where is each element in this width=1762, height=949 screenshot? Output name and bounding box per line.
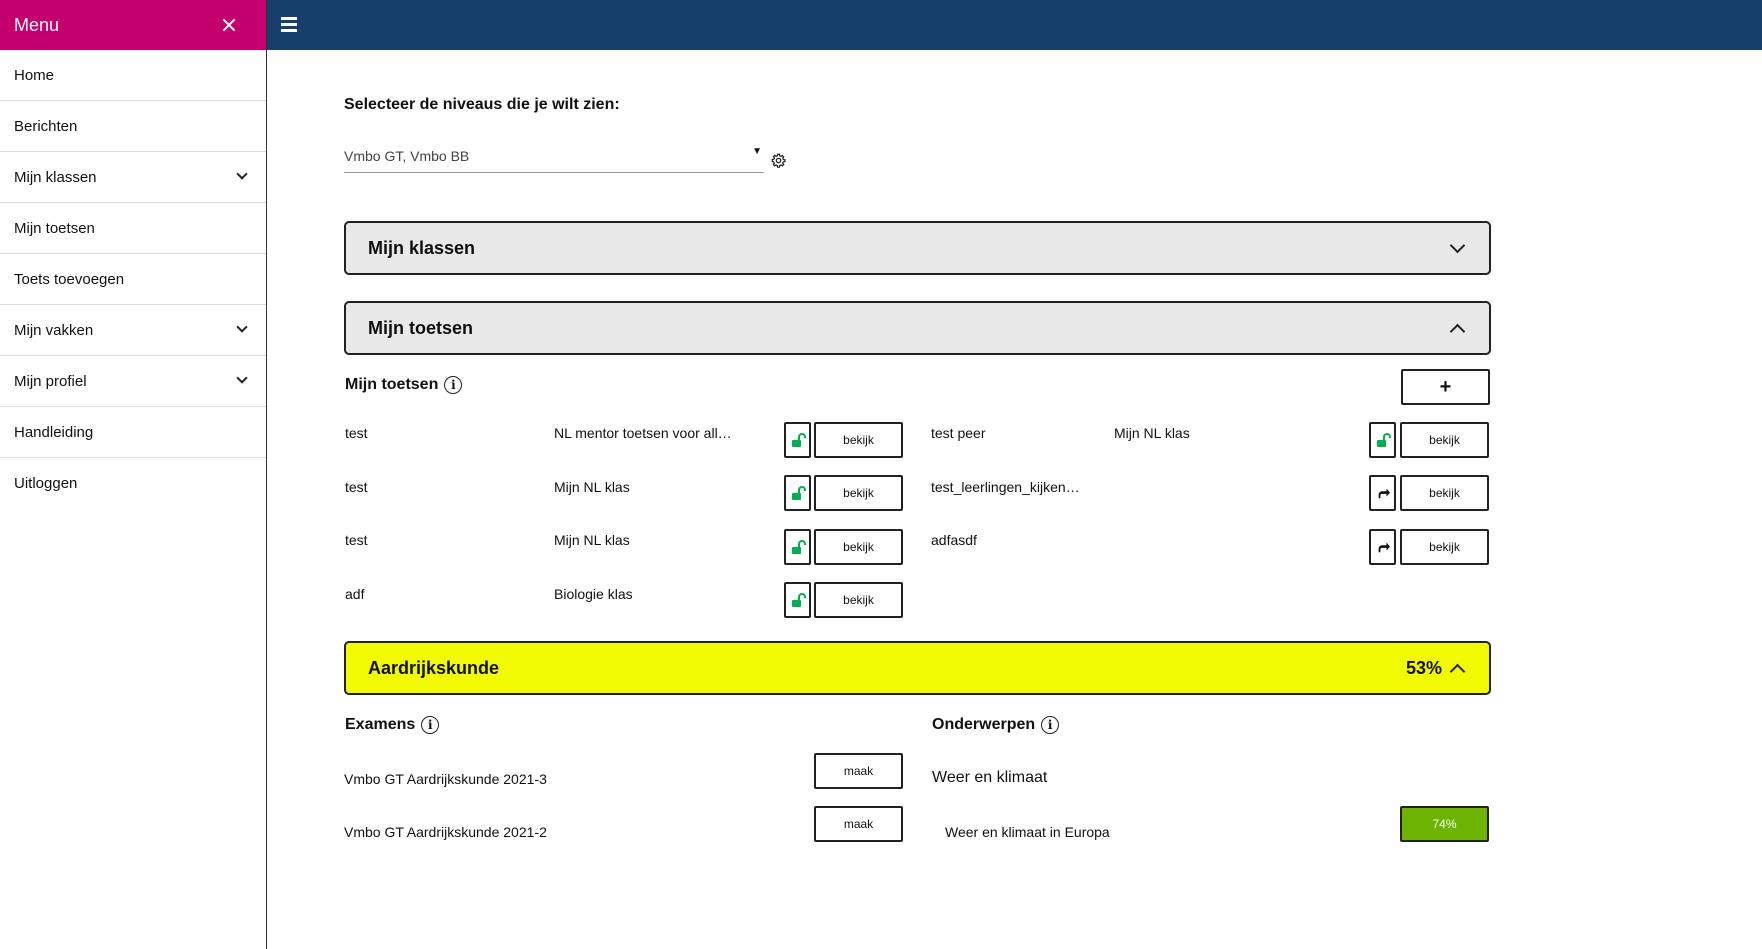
toetsen-heading: Mijn toetsen i	[345, 376, 463, 394]
panel-mijn-toetsen[interactable]: Mijn toetsen	[344, 301, 1491, 355]
sidebar-item-uitloggen[interactable]: Uitloggen	[0, 458, 266, 509]
bekijk-button[interactable]: bekijk	[1400, 529, 1489, 565]
sidebar-menu: Menu Home Berichten Mijn klassen Mijn to…	[0, 0, 267, 949]
level-select-dropdown[interactable]: Vmbo GT, Vmbo BB ▼	[344, 144, 764, 173]
info-icon[interactable]: i	[1041, 716, 1060, 734]
gear-icon[interactable]	[771, 153, 786, 168]
toets-name: test_leerlingen_kijken…	[931, 479, 1080, 495]
sidebar-item-label: Home	[14, 66, 55, 84]
sidebar-item-label: Uitloggen	[14, 475, 78, 492]
sidebar-item-mijn-toetsen[interactable]: Mijn toetsen	[0, 203, 266, 254]
chevron-up-icon	[1449, 323, 1466, 339]
sidebar-item-label: Berichten	[14, 117, 78, 135]
toets-name: adf	[345, 586, 365, 602]
onderwerpen-heading: Onderwerpen i	[932, 716, 1060, 734]
toets-class: Biologie klas	[554, 586, 633, 602]
sidebar-item-mijn-vakken[interactable]: Mijn vakken	[0, 305, 266, 356]
dropdown-arrow-icon: ▼	[752, 146, 762, 157]
chevron-down-icon	[236, 372, 248, 384]
lock-open-icon[interactable]	[1369, 422, 1396, 458]
subject-percentage: 53%	[1405, 657, 1442, 678]
sidebar-title: Menu	[14, 14, 60, 35]
bekijk-button[interactable]: bekijk	[1400, 475, 1489, 511]
exam-name: Vmbo GT Aardrijkskunde 2021-3	[344, 771, 547, 787]
chevron-down-icon	[1449, 237, 1466, 253]
topic-progress-badge[interactable]: 74%	[1400, 806, 1489, 842]
sidebar-item-label: Toets toevoegen	[14, 270, 125, 288]
toets-name: adfasdf	[931, 532, 977, 548]
hamburger-menu-icon[interactable]	[281, 17, 297, 32]
sidebar-item-label: Mijn klassen	[14, 168, 97, 186]
chevron-down-icon	[236, 321, 248, 333]
panel-mijn-klassen[interactable]: Mijn klassen	[344, 221, 1491, 275]
maak-button[interactable]: maak	[814, 753, 903, 789]
toets-class: Mijn NL klas	[1114, 425, 1190, 441]
toets-name: test peer	[931, 425, 986, 441]
sidebar-item-mijn-profiel[interactable]: Mijn profiel	[0, 356, 266, 407]
sidebar-item-mijn-klassen[interactable]: Mijn klassen	[0, 152, 266, 203]
sidebar-item-label: Mijn profiel	[14, 372, 87, 390]
share-icon[interactable]	[1369, 475, 1396, 511]
lock-open-icon[interactable]	[784, 529, 811, 565]
panel-title: Aardrijkskunde	[368, 657, 500, 678]
toetsen-heading-label: Mijn toetsen	[345, 376, 439, 393]
share-icon[interactable]	[1369, 529, 1396, 565]
sidebar-item-label: Handleiding	[14, 423, 94, 441]
add-toets-button[interactable]: +	[1401, 369, 1490, 405]
sidebar-header: Menu	[0, 0, 266, 50]
panel-right: 53%	[1406, 658, 1467, 679]
topic-group: Weer en klimaat	[932, 769, 1048, 786]
level-select-label: Selecteer de niveaus die je wilt zien:	[344, 96, 620, 113]
panel-title: Mijn toetsen	[368, 317, 474, 338]
chevron-down-icon	[236, 168, 248, 180]
toets-name: test	[345, 479, 368, 495]
toets-name: test	[345, 532, 368, 548]
top-bar	[267, 0, 1762, 50]
bekijk-button[interactable]: bekijk	[814, 529, 903, 565]
chevron-up-icon	[1449, 663, 1466, 679]
toets-class: Mijn NL klas	[554, 532, 630, 548]
bekijk-button[interactable]: bekijk	[814, 422, 903, 458]
toets-class: Mijn NL klas	[554, 479, 630, 495]
close-icon[interactable]	[218, 14, 240, 36]
sidebar-item-toets-toevoegen[interactable]: Toets toevoegen	[0, 254, 266, 305]
topic-name[interactable]: Weer en klimaat in Europa	[945, 824, 1245, 840]
examens-heading: Examens i	[345, 716, 440, 734]
exam-name: Vmbo GT Aardrijkskunde 2021-2	[344, 824, 547, 840]
bekijk-button[interactable]: bekijk	[814, 475, 903, 511]
lock-open-icon[interactable]	[784, 422, 811, 458]
sidebar-item-label: Mijn toetsen	[14, 219, 95, 237]
sidebar-item-berichten[interactable]: Berichten	[0, 101, 266, 152]
bekijk-button[interactable]: bekijk	[1400, 422, 1489, 458]
toets-name: test	[345, 425, 368, 441]
panel-title: Mijn klassen	[368, 237, 476, 258]
lock-open-icon[interactable]	[784, 582, 811, 618]
bekijk-button[interactable]: bekijk	[814, 582, 903, 618]
maak-button[interactable]: maak	[814, 806, 903, 842]
info-icon[interactable]: i	[421, 716, 440, 734]
level-select-value: Vmbo GT, Vmbo BB	[344, 148, 470, 164]
sidebar-item-home[interactable]: Home	[0, 50, 266, 101]
sidebar-item-handleiding[interactable]: Handleiding	[0, 407, 266, 458]
info-icon[interactable]: i	[444, 376, 463, 394]
sidebar-item-label: Mijn vakken	[14, 321, 94, 339]
toets-class: NL mentor toetsen voor all…	[554, 425, 732, 441]
onderwerpen-heading-label: Onderwerpen	[932, 716, 1036, 733]
examens-heading-label: Examens	[345, 716, 416, 733]
panel-aardrijkskunde[interactable]: Aardrijkskunde 53%	[344, 641, 1491, 695]
lock-open-icon[interactable]	[784, 475, 811, 511]
